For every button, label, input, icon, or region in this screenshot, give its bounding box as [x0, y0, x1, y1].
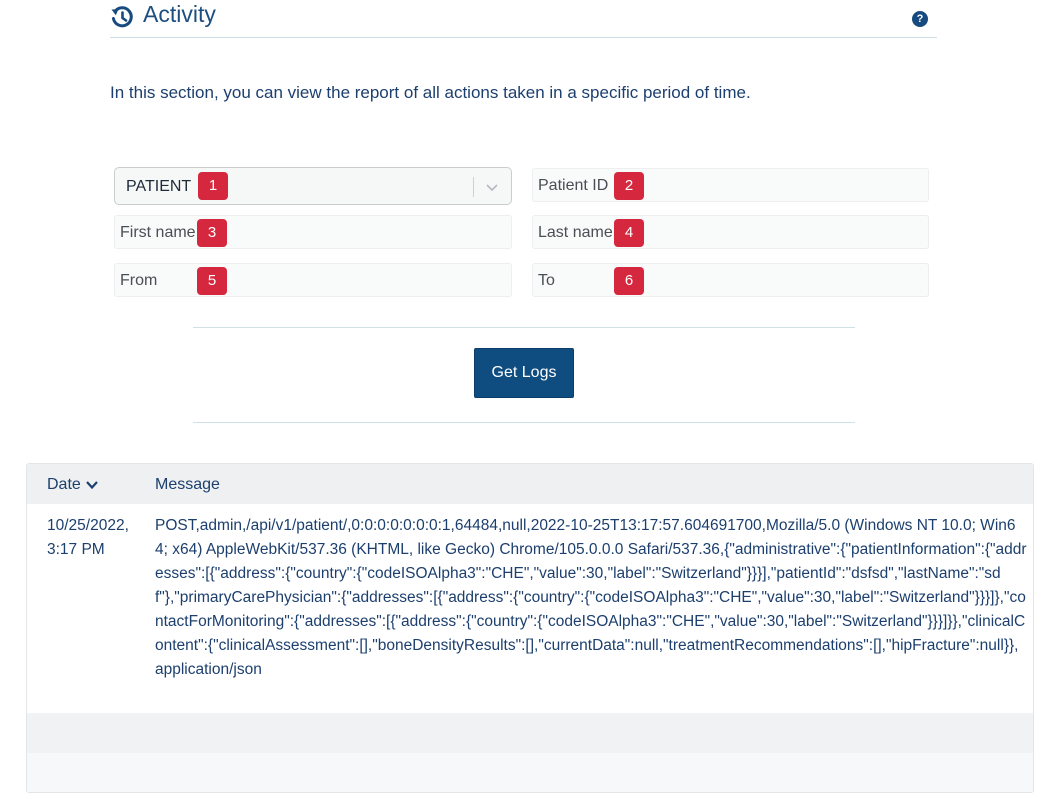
entity-type-select[interactable]: PATIENT 1: [114, 167, 512, 205]
table-row-empty: [27, 713, 1033, 753]
row-message: POST,admin,/api/v1/patient/,0:0:0:0:0:0:…: [155, 517, 1027, 678]
divider-bottom: [193, 422, 855, 423]
entity-type-value: PATIENT: [126, 178, 192, 195]
from-date-field[interactable]: From 5: [114, 263, 512, 297]
field-badge-2: 2: [614, 172, 644, 200]
help-icon[interactable]: ?: [912, 11, 928, 27]
row-date: 10/25/2022, 3:17 PM: [47, 517, 129, 558]
activity-log-table: Date Message 10/25/2022, 3:17 PM POST,ad…: [26, 463, 1034, 793]
last-name-field[interactable]: Last name 4: [532, 215, 929, 249]
history-icon: [111, 6, 133, 28]
to-date-label: To: [538, 272, 555, 289]
get-logs-button[interactable]: Get Logs: [474, 348, 574, 398]
sort-down-icon: [85, 481, 98, 489]
page-header: Activity ?: [110, 0, 937, 38]
date-column-header[interactable]: Date: [47, 476, 99, 494]
table-row-empty: [27, 753, 1033, 792]
page-title: Activity: [143, 1, 216, 27]
patient-id-field[interactable]: Patient ID 2: [532, 168, 929, 202]
to-date-field[interactable]: To 6: [532, 263, 929, 297]
date-column-label: Date: [47, 476, 81, 493]
field-badge-3: 3: [197, 219, 227, 247]
field-badge-5: 5: [197, 267, 227, 295]
first-name-field[interactable]: First name 3: [114, 215, 512, 249]
from-date-label: From: [120, 272, 158, 289]
chevron-down-icon: [486, 184, 498, 192]
activity-page: Activity ? In this section, you can view…: [0, 0, 1043, 799]
table-header: Date Message: [27, 464, 1033, 504]
divider-top: [193, 327, 855, 328]
field-badge-1: 1: [198, 172, 228, 200]
patient-id-label: Patient ID: [538, 177, 609, 194]
field-badge-4: 4: [614, 219, 644, 247]
last-name-label: Last name: [538, 224, 613, 241]
field-badge-6: 6: [614, 267, 644, 295]
message-column-header: Message: [155, 476, 220, 493]
intro-text: In this section, you can view the report…: [110, 83, 751, 102]
table-row: 10/25/2022, 3:17 PM POST,admin,/api/v1/p…: [27, 504, 1033, 713]
first-name-label: First name: [120, 224, 196, 241]
select-separator: [473, 177, 474, 197]
